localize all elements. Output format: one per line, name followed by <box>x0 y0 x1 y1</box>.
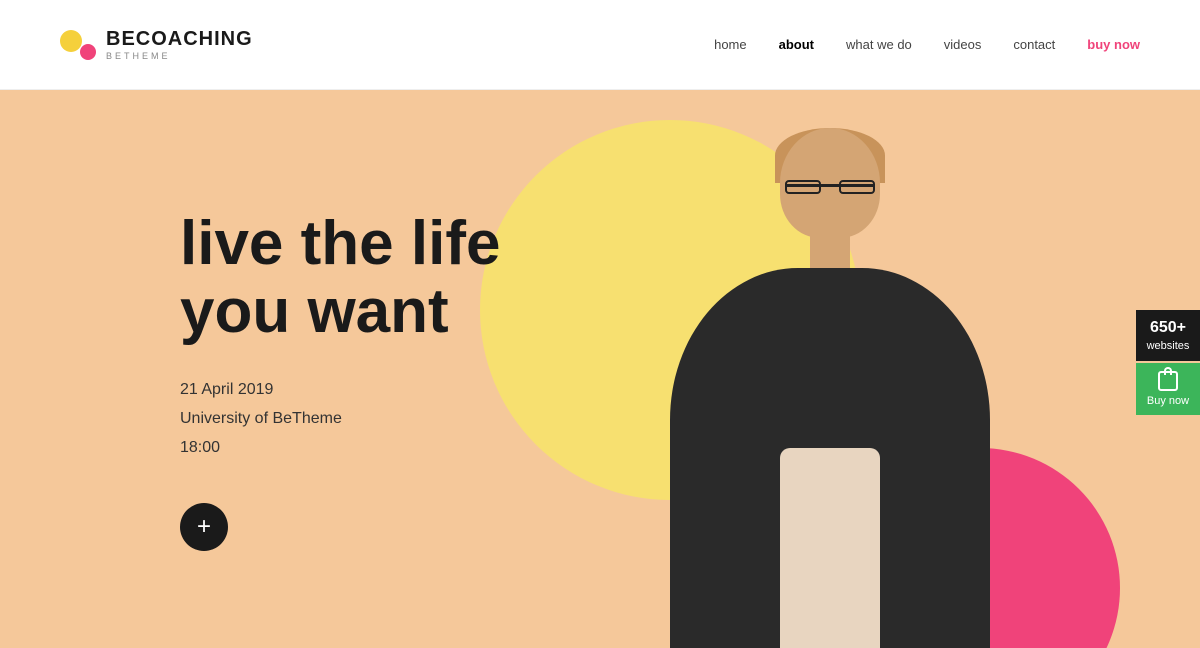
hero-location: University of BeTheme <box>180 405 500 434</box>
person-shirt <box>780 448 880 648</box>
hero-headline-line1: live the life <box>180 209 500 278</box>
dot-pink-icon <box>80 44 96 60</box>
main-nav: home about what we do videos contact buy… <box>714 37 1140 52</box>
nav-buy-now[interactable]: buy now <box>1087 37 1140 52</box>
logo-sub: BETHEME <box>106 51 253 61</box>
hero-time: 18:00 <box>180 434 500 463</box>
nav-about[interactable]: about <box>779 37 814 52</box>
widget-websites: 650+ websites <box>1136 310 1200 361</box>
cart-lock-icon <box>1164 367 1172 375</box>
hero-headline: live the life you want <box>180 210 500 346</box>
widget-buy-label: Buy now <box>1147 395 1189 407</box>
hero-plus-button[interactable]: + <box>180 503 228 551</box>
nav-contact[interactable]: contact <box>1013 37 1055 52</box>
person-glasses <box>785 180 875 192</box>
hero-person-image <box>620 128 1040 648</box>
hero-section: live the life you want 21 April 2019 Uni… <box>0 90 1200 648</box>
widget-count: 650+ <box>1142 318 1194 339</box>
widget-buy-now[interactable]: Buy now <box>1136 363 1200 415</box>
logo-brand: BECOACHING <box>106 28 253 51</box>
person-head <box>780 128 880 238</box>
dot-yellow-icon <box>60 30 82 52</box>
logo-text: BECOACHING BETHEME <box>106 28 253 61</box>
cart-icon <box>1158 371 1178 391</box>
hero-date: 21 April 2019 <box>180 376 500 405</box>
logo-dots <box>60 30 96 60</box>
nav-what-we-do[interactable]: what we do <box>846 37 912 52</box>
header: BECOACHING BETHEME home about what we do… <box>0 0 1200 90</box>
nav-home[interactable]: home <box>714 37 747 52</box>
hero-details: 21 April 2019 University of BeTheme 18:0… <box>180 376 500 462</box>
person-neck <box>810 233 850 273</box>
hero-content: live the life you want 21 April 2019 Uni… <box>180 210 500 551</box>
person-body <box>670 268 990 648</box>
logo: BECOACHING BETHEME <box>60 28 253 61</box>
side-widgets: 650+ websites Buy now <box>1136 310 1200 415</box>
hero-headline-line2: you want <box>180 277 449 346</box>
glasses-right <box>839 180 875 194</box>
widget-count-label: websites <box>1147 340 1190 352</box>
glasses-left <box>785 180 821 194</box>
nav-videos[interactable]: videos <box>944 37 982 52</box>
person-figure <box>650 128 1010 648</box>
